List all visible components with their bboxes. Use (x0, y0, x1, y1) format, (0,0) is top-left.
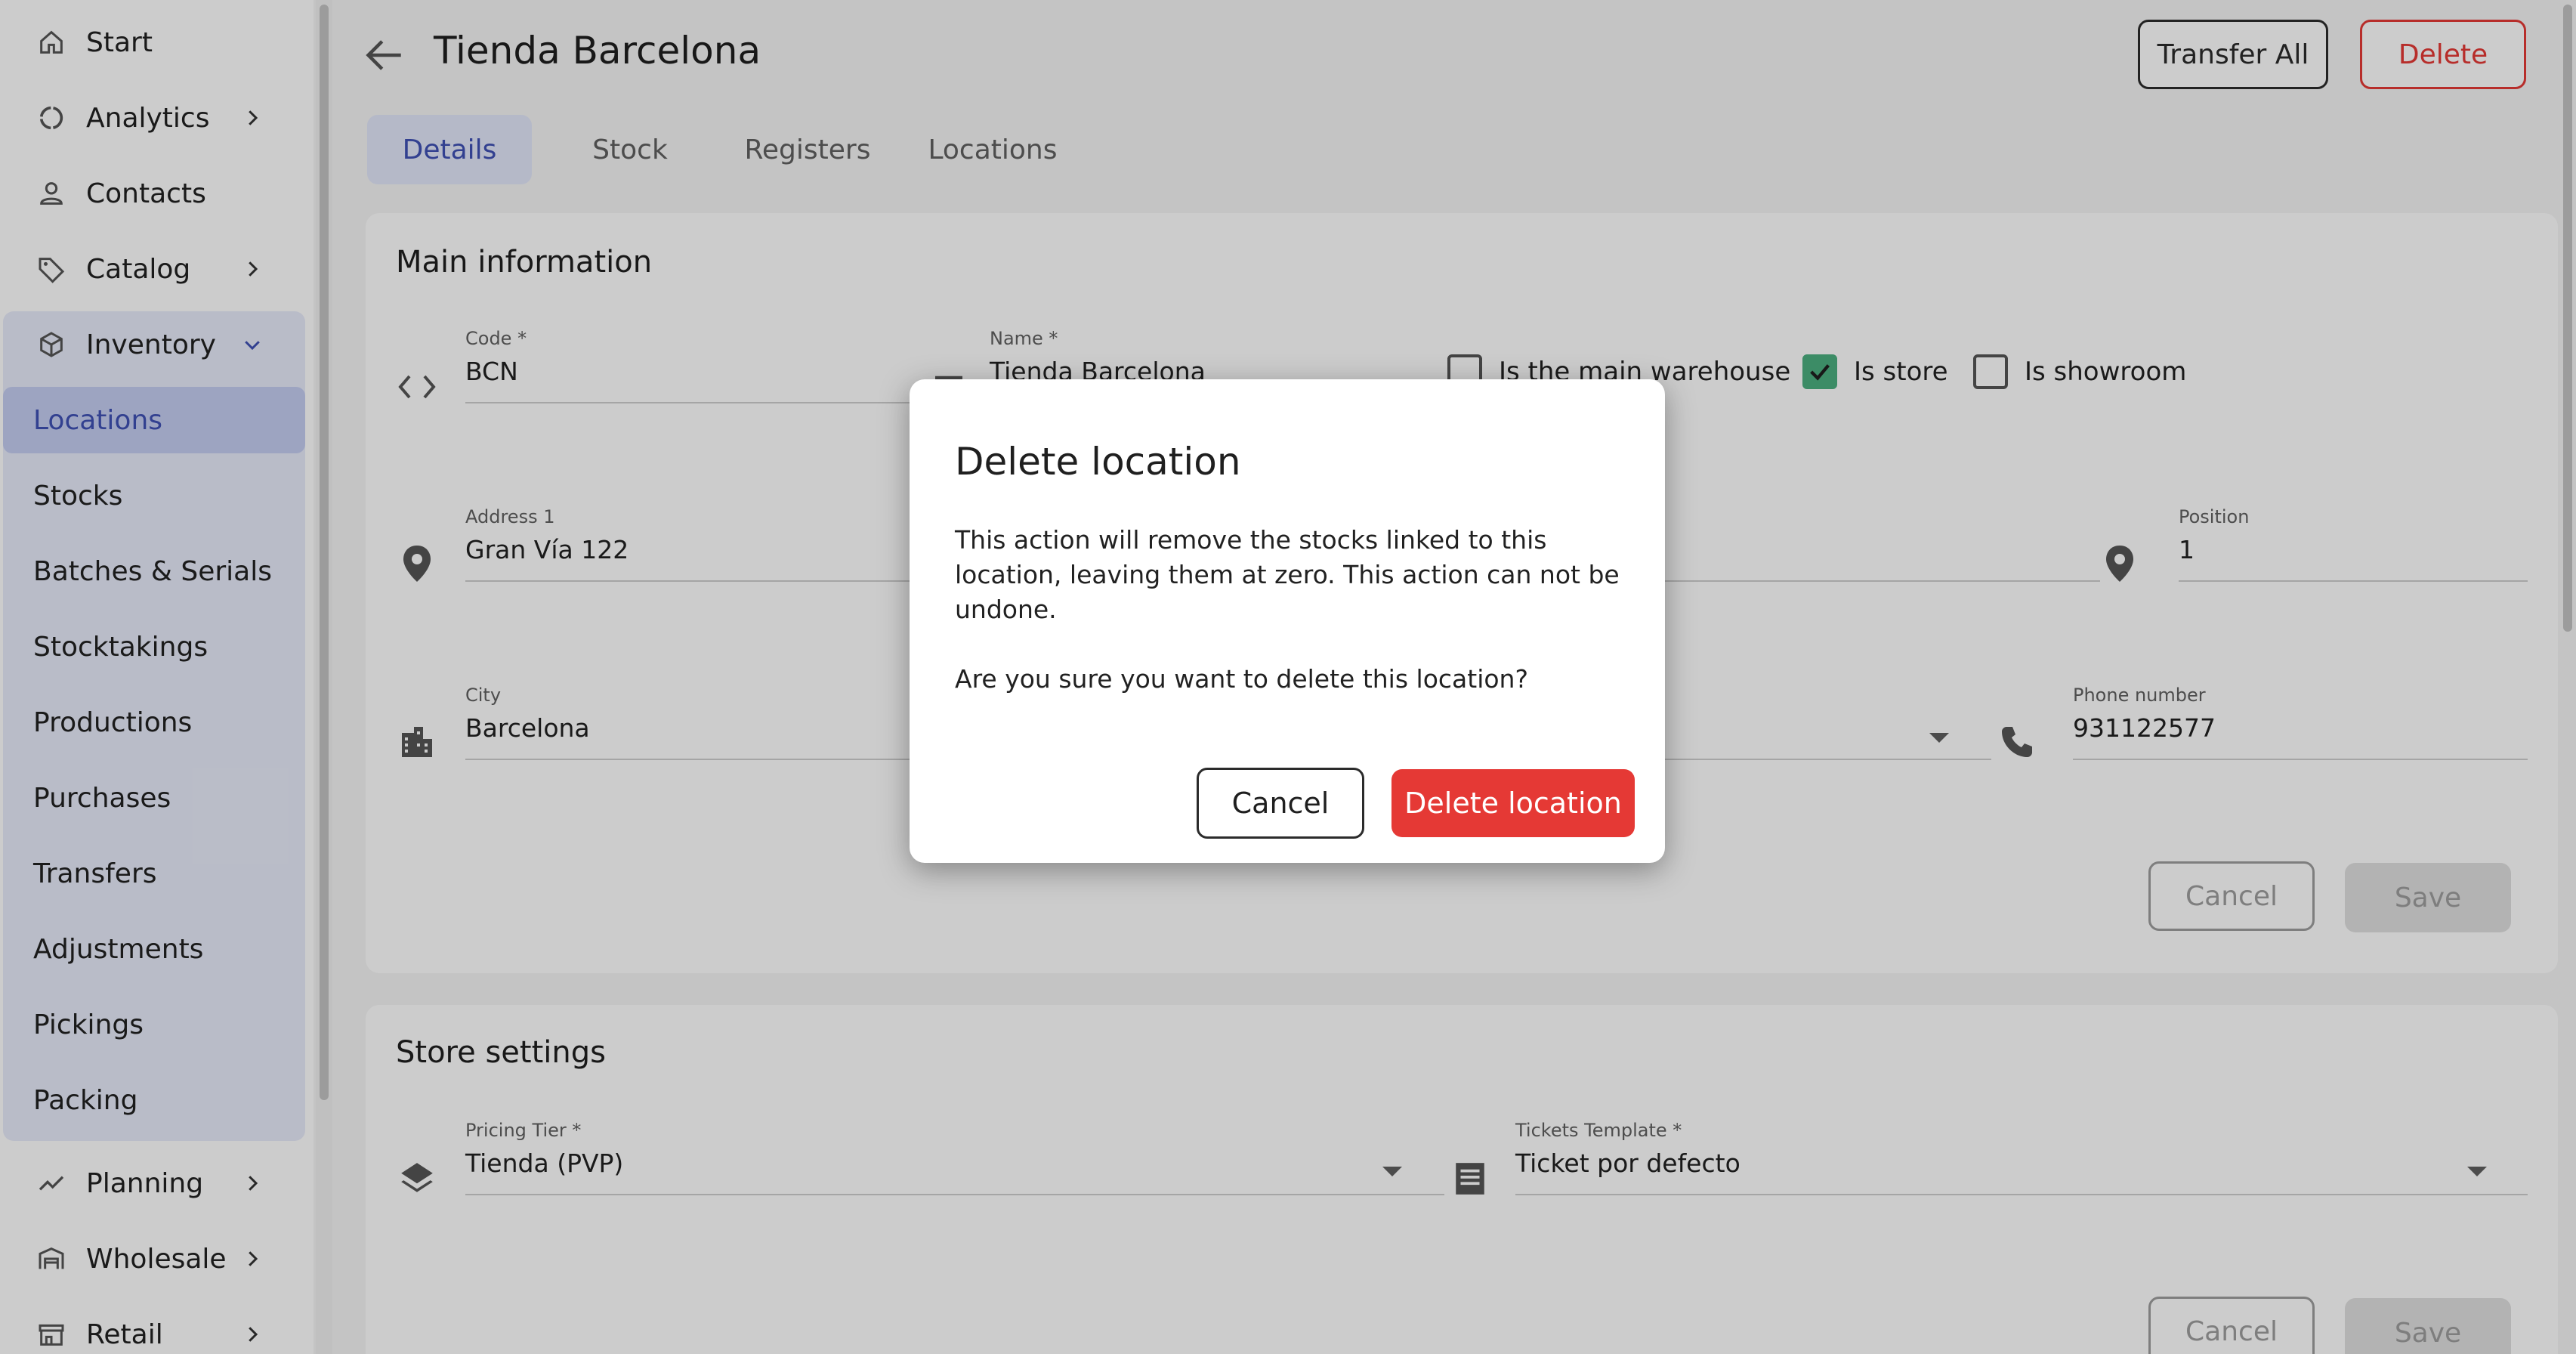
dialog-message: This action will remove the stocks linke… (955, 525, 1620, 624)
delete-location-button[interactable]: Delete location (1391, 769, 1635, 837)
dialog-cancel-button[interactable]: Cancel (1197, 768, 1364, 839)
dialog-question: Are you sure you want to delete this loc… (955, 664, 1528, 694)
dialog-body: This action will remove the stocks linke… (955, 523, 1620, 697)
dialog-title: Delete location (955, 440, 1241, 484)
delete-location-dialog: Delete location This action will remove … (910, 379, 1665, 863)
